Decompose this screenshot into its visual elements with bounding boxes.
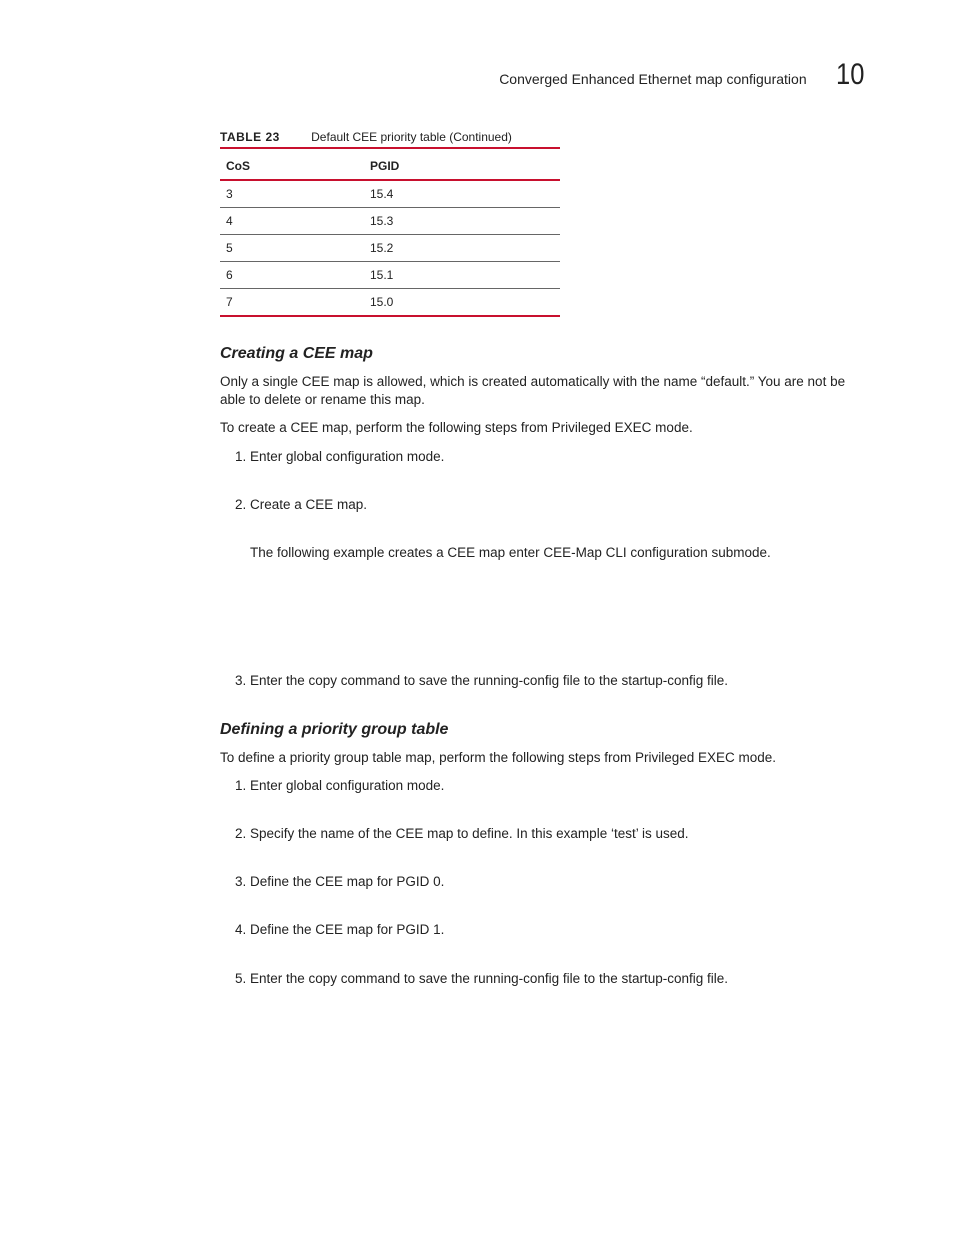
step-text: Enter the copy command to save the runni…	[250, 673, 728, 688]
step-text: Enter global configuration mode.	[250, 449, 444, 464]
cell-cos: 3	[220, 180, 364, 208]
table-label: TABLE 23	[220, 130, 280, 144]
step-text: Enter the copy command to save the runni…	[250, 971, 728, 986]
step-item: Define the CEE map for PGID 0.	[250, 873, 864, 891]
cell-cos: 5	[220, 235, 364, 262]
steps-list-defining: Enter global configuration mode. Specify…	[220, 777, 864, 988]
section-heading-defining: Defining a priority group table	[220, 721, 864, 739]
table-row: 7 15.0	[220, 289, 560, 317]
table-header-row: CoS PGID	[220, 153, 560, 180]
table-row: 4 15.3	[220, 208, 560, 235]
priority-table: CoS PGID 3 15.4 4 15.3 5 15.2 6 15.1 7	[220, 153, 560, 317]
section-heading-creating: Creating a CEE map	[220, 345, 864, 363]
step-item: Specify the name of the CEE map to defin…	[250, 825, 864, 843]
cell-pgid: 15.0	[364, 289, 560, 317]
step-item: Enter global configuration mode.	[250, 448, 864, 466]
col-header-cos: CoS	[220, 153, 364, 180]
step-text: Create a CEE map.	[250, 497, 367, 512]
step-text: Define the CEE map for PGID 0.	[250, 874, 444, 889]
step-item: Enter the copy command to save the runni…	[250, 970, 864, 988]
chapter-number: 10	[836, 60, 864, 90]
cell-pgid: 15.4	[364, 180, 560, 208]
cell-pgid: 15.3	[364, 208, 560, 235]
steps-list-creating: Enter global configuration mode. Create …	[220, 448, 864, 691]
step-text: Enter global configuration mode.	[250, 778, 444, 793]
table-caption-text: Default CEE priority table (Continued)	[311, 130, 512, 144]
cell-pgid: 15.2	[364, 235, 560, 262]
paragraph: To create a CEE map, perform the followi…	[220, 419, 860, 437]
cell-cos: 4	[220, 208, 364, 235]
paragraph: To define a priority group table map, pe…	[220, 749, 860, 767]
table-row: 3 15.4	[220, 180, 560, 208]
page-header: Converged Enhanced Ethernet map configur…	[220, 60, 864, 90]
col-header-pgid: PGID	[364, 153, 560, 180]
step-text: Define the CEE map for PGID 1.	[250, 922, 444, 937]
paragraph: Only a single CEE map is allowed, which …	[220, 373, 860, 409]
step-text: Specify the name of the CEE map to defin…	[250, 826, 688, 841]
table-caption: TABLE 23 Default CEE priority table (Con…	[220, 130, 560, 149]
table-row: 6 15.1	[220, 262, 560, 289]
step-item: Create a CEE map. The following example …	[250, 496, 864, 642]
step-item: Enter global configuration mode.	[250, 777, 864, 795]
page-content: Converged Enhanced Ethernet map configur…	[0, 0, 954, 1058]
step-item: Define the CEE map for PGID 1.	[250, 921, 864, 939]
step-subtext: The following example creates a CEE map …	[250, 544, 864, 562]
cell-cos: 6	[220, 262, 364, 289]
cell-cos: 7	[220, 289, 364, 317]
spacer	[250, 562, 864, 642]
table-row: 5 15.2	[220, 235, 560, 262]
step-item: Enter the copy command to save the runni…	[250, 672, 864, 690]
cell-pgid: 15.1	[364, 262, 560, 289]
header-section-title: Converged Enhanced Ethernet map configur…	[499, 71, 806, 87]
